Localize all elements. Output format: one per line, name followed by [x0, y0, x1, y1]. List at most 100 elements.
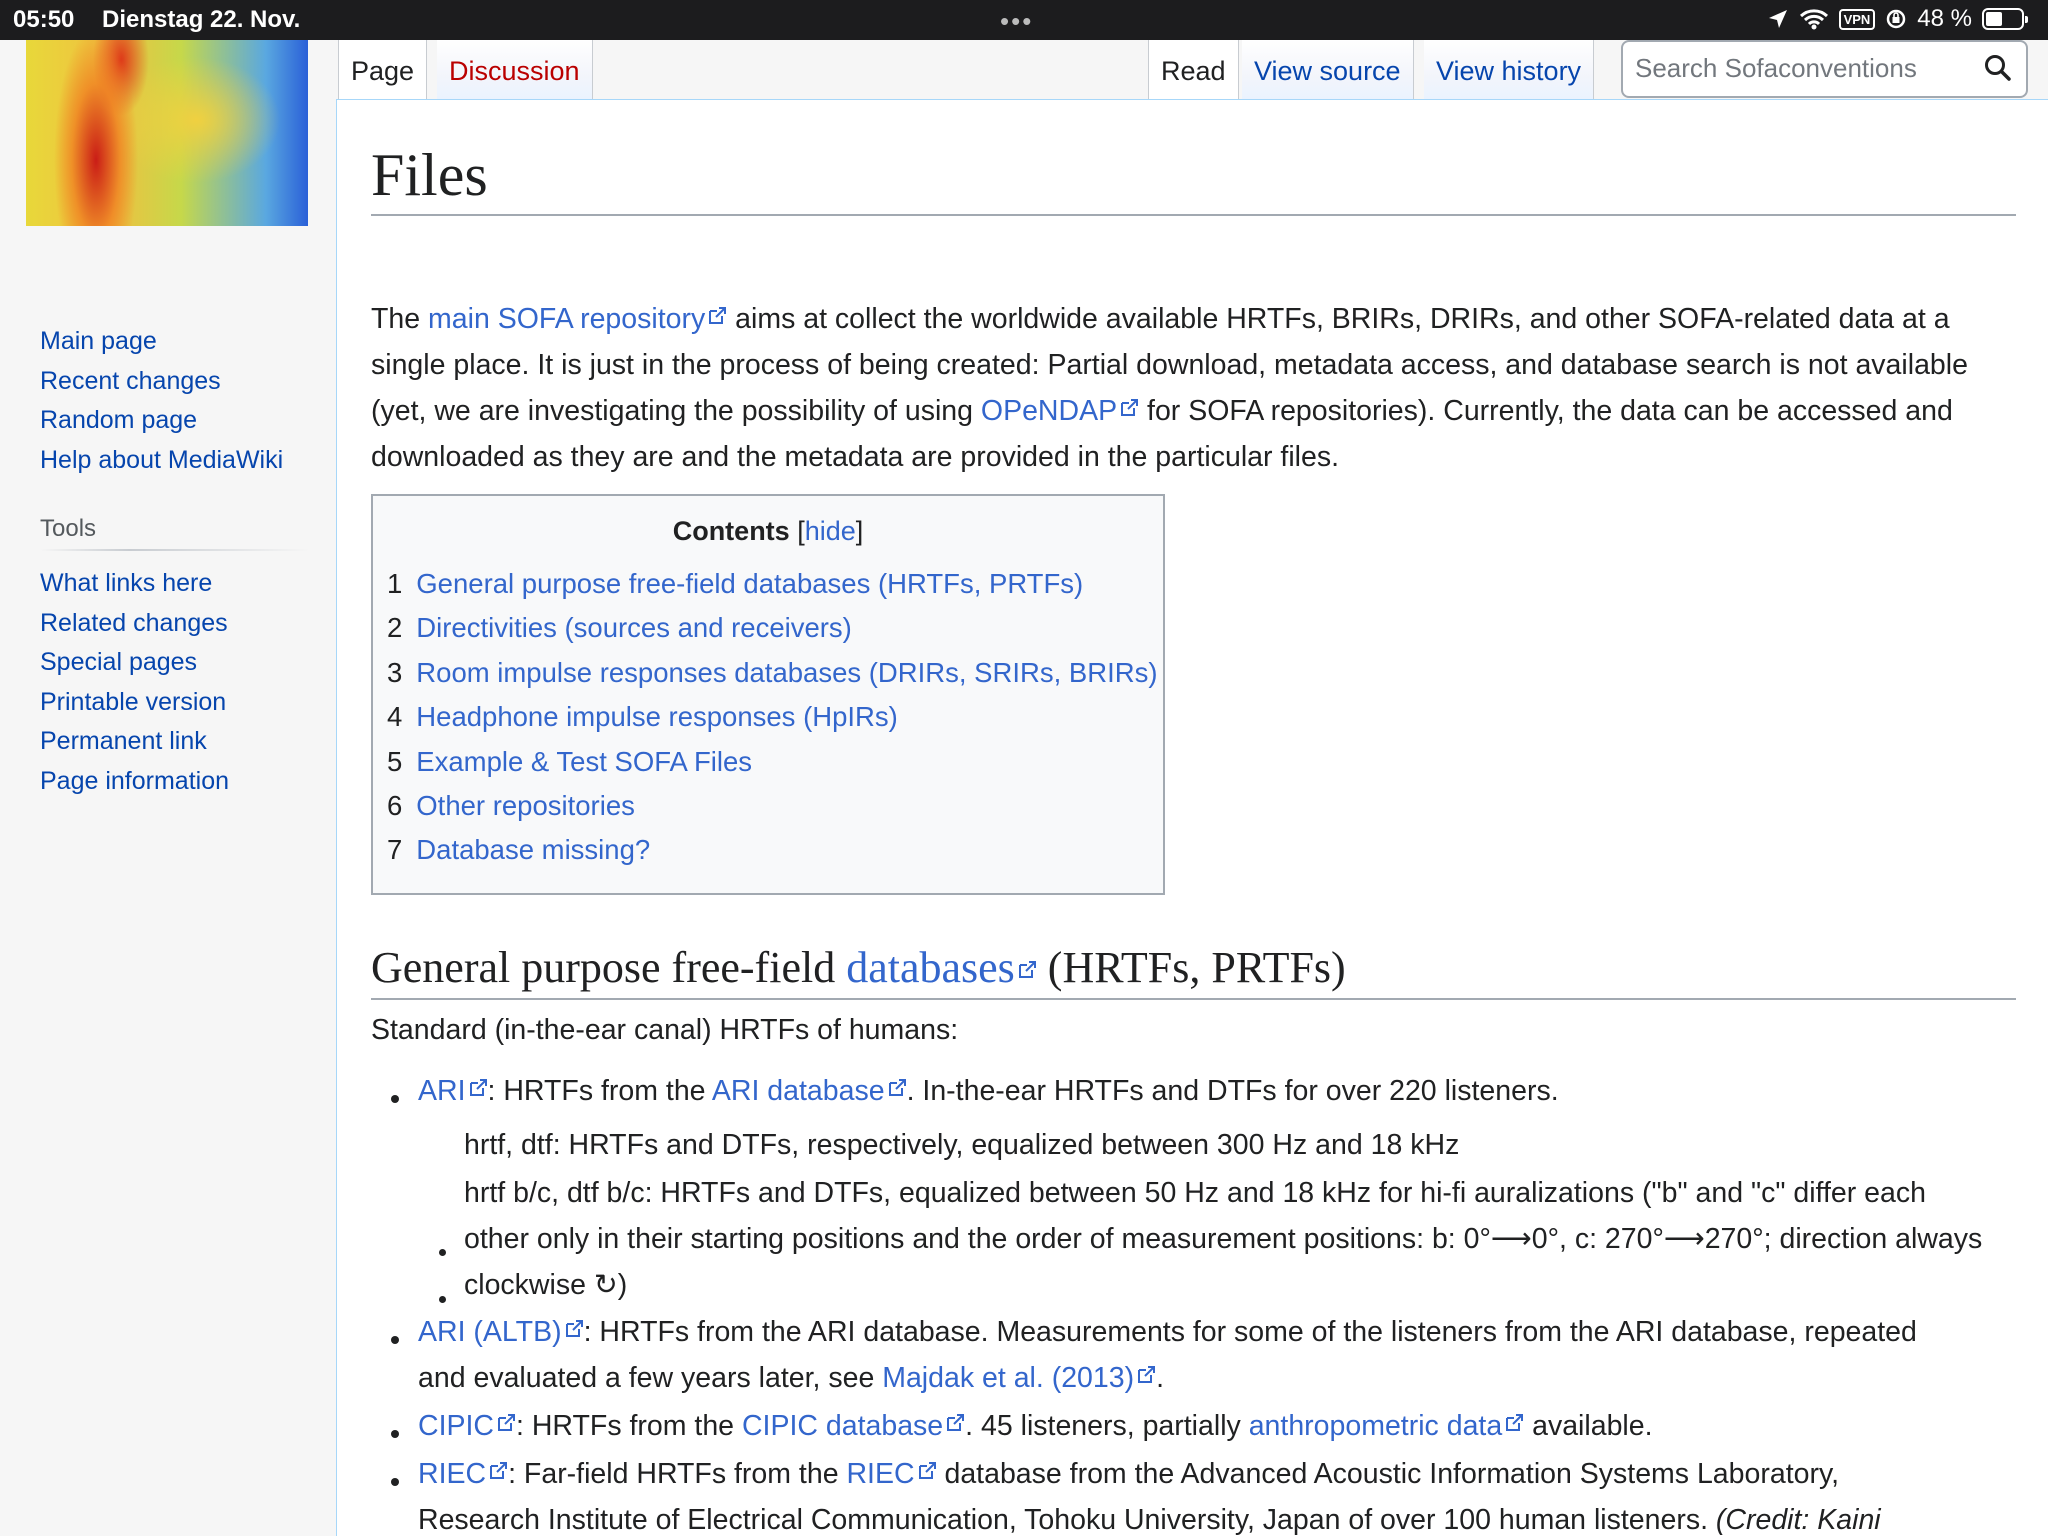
toc-item-number: 4	[387, 701, 403, 733]
main-sofa-repository-link[interactable]: main SOFA repository	[428, 303, 727, 335]
toc-item[interactable]: 3 Room impulse responses databases (DRIRs…	[387, 651, 1158, 695]
toc-item-link[interactable]: Example & Test SOFA Files	[416, 746, 752, 777]
tab-view-history[interactable]: View history	[1424, 40, 1595, 100]
tab-page[interactable]: Page	[338, 40, 428, 100]
toc-item[interactable]: 1 General purpose free-field databases (H…	[387, 562, 1158, 606]
external-link-icon	[917, 1461, 937, 1481]
majdak-2013-link[interactable]: Majdak et al. (2013)	[882, 1362, 1156, 1394]
section-heading-text: (HRTFs, PRTFs)	[1036, 943, 1346, 992]
sidebar-tools: What links here Related changes Special …	[40, 564, 229, 801]
ari-link[interactable]: ARI	[418, 1075, 488, 1107]
opendap-label: OPeNDAP	[980, 395, 1118, 427]
list-item-cipic: CIPIC: HRTFs from the CIPIC database . 45…	[418, 1403, 1653, 1449]
sidebar-item-special-pages[interactable]: Special pages	[40, 643, 229, 683]
altb-text: : HRTFs from the ARI database. Measureme…	[583, 1316, 1917, 1348]
tab-view-source[interactable]: View source	[1242, 40, 1414, 100]
riec-credit: (Credit: Kaini	[1715, 1504, 1881, 1536]
ari-altb-link[interactable]: ARI (ALTB)	[418, 1316, 584, 1348]
toc-item-link[interactable]: Directivities (sources and receivers)	[416, 612, 852, 643]
toc-item[interactable]: 6 Other repositories	[387, 784, 1158, 828]
external-link-icon	[1017, 960, 1037, 980]
ari-text: . In-the-ear HRTFs and DTFs for over 220…	[906, 1075, 1559, 1107]
toc-item[interactable]: 4 Headphone impulse responses (HpIRs)	[387, 695, 1158, 739]
sidebar-item-page-information[interactable]: Page information	[40, 762, 229, 802]
search-icon[interactable]	[1982, 52, 2014, 84]
cipic-database-link[interactable]: CIPIC database	[742, 1410, 965, 1442]
opendap-link[interactable]: OPeNDAP	[981, 395, 1139, 427]
orientation-lock-icon	[1887, 9, 1906, 29]
battery-percent: 48 %	[1917, 5, 1972, 32]
list-item-ari-sub2: hrtf b/c, dtf b/c: HRTFs and DTFs, equal…	[464, 1170, 2024, 1308]
toc-title-row: Contents [hide]	[672, 516, 864, 546]
toc-list: 1 General purpose free-field databases (H…	[387, 562, 1158, 873]
list-bullet	[391, 1430, 399, 1438]
external-link-icon	[887, 1078, 907, 1098]
toc-item-number: 1	[387, 568, 403, 599]
standard-hrtfs-text: Standard (in-the-ear canal) HRTFs of hum…	[371, 1014, 959, 1046]
multitask-dots[interactable]: •••	[1000, 6, 1033, 37]
intro-text: The	[371, 303, 429, 335]
ari-text: : HRTFs from the	[487, 1075, 712, 1107]
toc-item[interactable]: 7 Database missing?	[387, 828, 1158, 872]
majdak-2013-label: Majdak et al. (2013)	[882, 1362, 1135, 1394]
external-link-icon	[1119, 398, 1139, 418]
databases-link[interactable]: databases	[846, 943, 1037, 992]
riec-database-link[interactable]: RIEC	[846, 1458, 936, 1490]
content-area: Files The main SOFA repository aims at c…	[336, 99, 2048, 1536]
altb-text: and evaluated a few years later, see	[418, 1362, 883, 1394]
toc-item-link[interactable]: Other repositories	[416, 790, 635, 821]
toc-item-number: 7	[387, 834, 403, 866]
ari-database-label: ARI database	[711, 1075, 885, 1107]
toc-item-number: 3	[387, 656, 403, 688]
ari-database-link[interactable]: ARI database	[712, 1075, 907, 1107]
external-link-icon	[468, 1078, 488, 1098]
sidebar-item-what-links-here[interactable]: What links here	[40, 564, 229, 604]
sidebar-item-printable-version[interactable]: Printable version	[40, 683, 229, 723]
site-logo[interactable]	[26, 40, 308, 226]
cipic-text: available.	[1524, 1410, 1653, 1442]
toc-item-link[interactable]: General purpose free-field databases (HR…	[416, 568, 1083, 599]
location-icon	[1768, 10, 1787, 28]
status-date: Dienstag 22. Nov.	[102, 6, 301, 33]
battery-icon	[1982, 8, 2028, 30]
toc-item-link[interactable]: Room impulse responses databases (DRIRs,…	[416, 657, 1157, 688]
list-item-ari-altb: ARI (ALTB): HRTFs from the ARI database.…	[418, 1309, 2018, 1401]
intro-paragraph: The main SOFA repository aims at collect…	[371, 296, 2021, 480]
sidebar-item-help[interactable]: Help about MediaWiki	[40, 441, 283, 481]
sidebar-item-related-changes[interactable]: Related changes	[40, 604, 229, 644]
status-time: 05:50	[13, 6, 75, 33]
toc-item-link[interactable]: Headphone impulse responses (HpIRs)	[416, 701, 898, 732]
cipic-link[interactable]: CIPIC	[418, 1410, 516, 1442]
external-link-icon	[1504, 1413, 1524, 1433]
ari-label: ARI	[418, 1075, 466, 1107]
section-heading-text: General purpose free-field	[371, 943, 847, 992]
toc-item-number: 6	[387, 790, 403, 822]
external-link-icon	[488, 1461, 508, 1481]
toc-item[interactable]: 5 Example & Test SOFA Files	[387, 740, 1158, 784]
sidebar-item-recent-changes[interactable]: Recent changes	[40, 362, 283, 402]
cipic-text: : HRTFs from the	[516, 1410, 742, 1442]
tab-discussion[interactable]: Discussion	[437, 40, 593, 100]
list-bullet	[391, 1478, 399, 1486]
sidebar-item-permanent-link[interactable]: Permanent link	[40, 722, 229, 762]
status-bar: 05:50 Dienstag 22. Nov. ••• VPN 48 %	[0, 0, 2048, 40]
main-sofa-repository-label: main SOFA repository	[428, 303, 706, 335]
riec-label: RIEC	[418, 1458, 487, 1490]
search-input[interactable]	[1635, 53, 1975, 84]
sidebar-item-main-page[interactable]: Main page	[40, 322, 283, 362]
sidebar-item-random-page[interactable]: Random page	[40, 401, 283, 441]
toc-item[interactable]: 2 Directivities (sources and receivers)	[387, 606, 1158, 650]
riec-text: : Far-field HRTFs from the	[508, 1458, 847, 1490]
sub2-line: other only in their starting positions a…	[464, 1223, 1983, 1255]
altb-text: .	[1156, 1362, 1165, 1394]
anthropometric-data-link[interactable]: anthropometric data	[1249, 1410, 1524, 1442]
anthropometric-data-label: anthropometric data	[1248, 1410, 1503, 1442]
tab-read[interactable]: Read	[1148, 40, 1239, 100]
toc-item-link[interactable]: Database missing?	[416, 834, 650, 865]
riec-link[interactable]: RIEC	[418, 1458, 508, 1490]
vpn-badge: VPN	[1838, 8, 1876, 30]
toc-hide-link[interactable]: hide	[805, 516, 856, 546]
external-link-icon	[1136, 1365, 1156, 1385]
page-title: Files	[371, 138, 2016, 216]
external-link-icon	[945, 1413, 965, 1433]
